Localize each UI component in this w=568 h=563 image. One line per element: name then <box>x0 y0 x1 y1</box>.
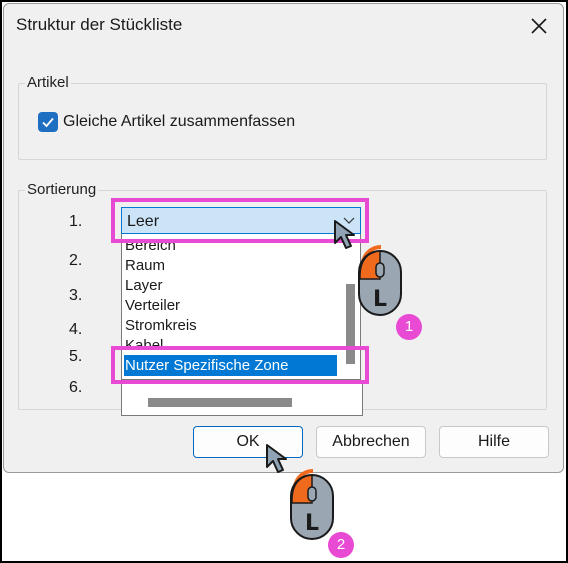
sortierung-group-label: Sortierung <box>25 181 99 198</box>
step-badge: 2 <box>328 532 354 558</box>
help-button[interactable]: Hilfe <box>439 426 549 458</box>
sort-row-number: 3. <box>69 287 83 304</box>
horizontal-scrollbar[interactable] <box>148 398 292 407</box>
step-badge: 1 <box>396 314 422 340</box>
list-item[interactable]: Layer <box>125 276 163 296</box>
list-item[interactable]: Verteiler <box>125 296 180 316</box>
sort-row-number: 2. <box>69 252 83 269</box>
dialog-title: Struktur der Stückliste <box>16 15 183 34</box>
close-button[interactable] <box>524 11 554 41</box>
highlight-combobox <box>111 198 369 243</box>
merge-articles-label: Gleiche Artikel zusammenfassen <box>63 113 296 130</box>
left-mouse-button-icon: L <box>358 244 402 316</box>
cancel-button[interactable]: Abbrechen <box>316 426 426 458</box>
list-item[interactable]: Raum <box>125 256 165 276</box>
artikel-group-label: Artikel <box>25 74 71 91</box>
highlight-option <box>111 346 369 384</box>
list-viewport: Bereich Raum Layer Verteiler Stromkreis … <box>122 234 338 352</box>
checkmark-icon <box>42 117 54 128</box>
list-item[interactable]: Stromkreis <box>125 316 197 336</box>
close-icon <box>531 18 547 34</box>
sort-row-number: 6. <box>69 379 83 396</box>
sort-row-number: 1. <box>69 213 83 230</box>
sort-row-number: 5. <box>69 348 83 365</box>
dropdown-list-footer <box>121 380 363 416</box>
mouse-button-label: L <box>305 511 319 536</box>
mouse-button-label: L <box>373 287 387 312</box>
sort-row-number: 4. <box>69 321 83 338</box>
left-mouse-button-icon: L <box>290 468 334 540</box>
merge-articles-checkbox[interactable] <box>38 112 58 132</box>
